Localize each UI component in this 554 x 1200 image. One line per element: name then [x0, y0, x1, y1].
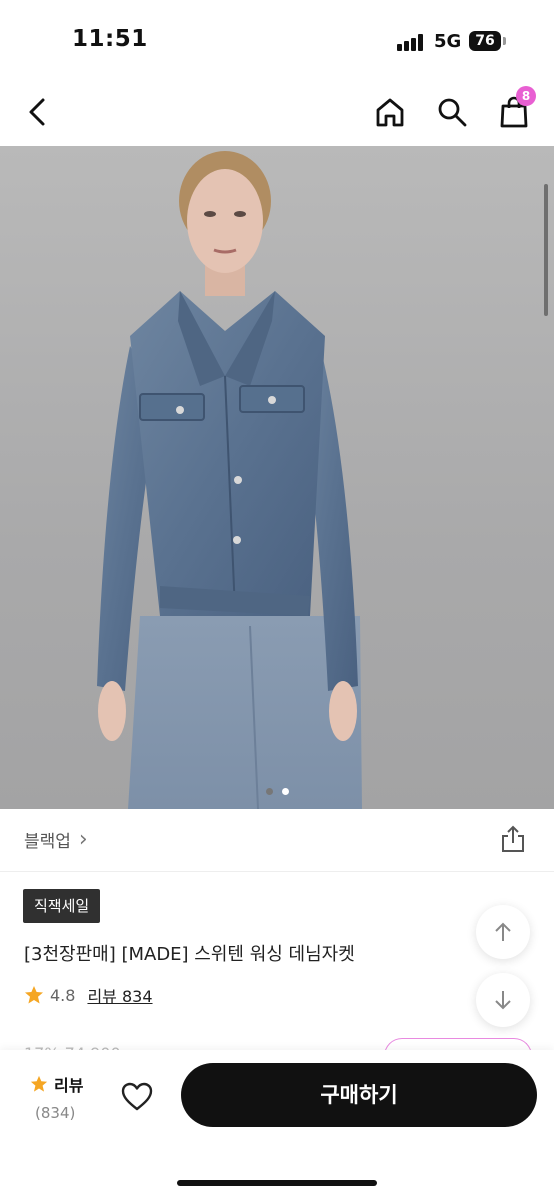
model-illustration [97, 151, 362, 809]
status-bar: 11:51 5G 76 [0, 0, 554, 80]
product-image[interactable] [0, 146, 554, 809]
arrow-down-icon [495, 991, 511, 1010]
scroll-up-button[interactable] [476, 905, 530, 959]
image-scroll-indicator [544, 184, 548, 316]
search-icon [438, 98, 467, 127]
rating-row: 4.8 리뷰 834 [24, 983, 153, 1007]
buy-button[interactable]: 구매하기 [181, 1063, 537, 1127]
share-icon [502, 825, 524, 852]
home-icon [376, 98, 404, 127]
carousel-dot[interactable] [266, 788, 273, 795]
status-time: 11:51 [72, 26, 148, 52]
review-summary-title: 리뷰 [54, 1076, 84, 1095]
cart-count-badge: 8 [516, 86, 536, 106]
star-icon [25, 986, 43, 1004]
arrow-up-icon [495, 922, 511, 941]
share-button[interactable] [500, 825, 526, 853]
carousel-dot-active[interactable] [282, 788, 289, 795]
review-link[interactable]: 리뷰 834 [87, 983, 152, 1007]
rating-value: 4.8 [50, 985, 76, 1005]
home-button[interactable] [370, 92, 410, 132]
battery-cap [503, 37, 506, 45]
cart-button[interactable]: 8 [494, 86, 536, 132]
wishlist-button[interactable] [120, 1080, 154, 1114]
chevron-right-icon: › [78, 827, 88, 852]
brand-name: 블랙업 [24, 832, 71, 852]
home-indicator [177, 1180, 377, 1186]
back-icon [29, 98, 45, 126]
battery-icon: 76 [469, 31, 501, 51]
search-button[interactable] [432, 92, 472, 132]
bottom-action-bar: 리뷰 (834) 구매하기 [0, 1050, 554, 1200]
product-title: [3천장판매] [MADE] 스위텐 워싱 데님자켓 [24, 944, 355, 965]
review-summary[interactable]: 리뷰 (834) [30, 1072, 83, 1122]
signal-icon [397, 33, 427, 51]
nav-bar: 8 [0, 80, 554, 146]
review-summary-count: (834) [35, 1104, 76, 1122]
sale-badge: 직잭세일 [23, 889, 101, 923]
star-icon [30, 1075, 48, 1092]
heart-icon [121, 1082, 153, 1111]
back-button[interactable] [18, 92, 58, 132]
brand-row: 블랙업 › [0, 809, 554, 872]
network-type: 5G [434, 31, 462, 52]
brand-link[interactable]: 블랙업 › [24, 827, 88, 853]
scroll-down-button[interactable] [476, 973, 530, 1027]
